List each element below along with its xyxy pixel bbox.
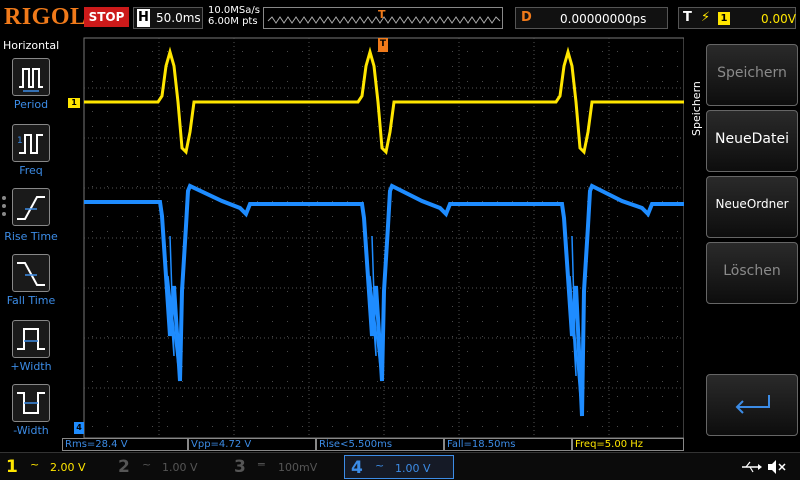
enter-button[interactable]	[706, 374, 798, 436]
panel-title: Horizontal	[3, 39, 60, 52]
status-icons	[740, 459, 790, 478]
acquisition-info: 10.0MSa/s 6.00M pts	[208, 5, 260, 27]
delete-button[interactable]: Löschen	[706, 242, 798, 304]
save-menu-panel: Speichern Speichern NeueDatei NeueOrdner…	[684, 36, 800, 452]
trigger-level: 0.00V	[761, 12, 796, 26]
period-button[interactable]	[12, 58, 50, 96]
freq-label: Freq	[19, 164, 43, 177]
rise-time-label: Rise Time	[4, 230, 58, 243]
freq-icon: 1	[17, 134, 43, 154]
trigger-position-marker: T	[378, 8, 386, 21]
run-stop-button[interactable]: STOP	[84, 7, 129, 27]
horizontal-measure-panel: Horizontal Period 1 Freq Rise Time Fall …	[0, 36, 62, 452]
meas-rms[interactable]: Rms=28.4 V	[62, 438, 188, 451]
ch2-status[interactable]: 2 ~ 1.00 V	[112, 455, 224, 479]
speaker-muted-icon	[768, 460, 776, 474]
trigger-label: T	[683, 10, 692, 25]
trigger-indicator[interactable]: T ⚡ 1 0.00V	[678, 7, 796, 29]
period-label: Period	[13, 98, 49, 111]
meas-vpp[interactable]: Vpp=4.72 V	[188, 438, 316, 451]
pos-width-label: +Width	[10, 360, 52, 373]
ch1-scale: 2.00 V	[50, 461, 86, 474]
new-file-button[interactable]: NeueDatei	[706, 110, 798, 172]
new-folder-button[interactable]: NeueOrdner	[706, 176, 798, 238]
brand-logo: RIGOL	[4, 4, 87, 30]
waveform-display[interactable]: 1 T 4	[62, 36, 684, 438]
ch4-status[interactable]: 4 ~ 1.00 V	[344, 455, 454, 479]
ch3-number: 3	[234, 457, 246, 477]
new-folder-label: NeueOrdner	[715, 197, 789, 211]
ch2-number: 2	[118, 457, 130, 477]
meas-fall[interactable]: Fall=18.50ms	[444, 438, 572, 451]
ch1-coupling-icon: ~	[30, 458, 40, 471]
rise-time-icon	[17, 196, 45, 220]
positive-width-icon	[17, 328, 45, 350]
ch3-coupling-icon: ═	[258, 458, 265, 471]
ch2-scale: 1.00 V	[162, 461, 198, 474]
memory-depth: 6.00M pts	[208, 16, 258, 27]
ch2-coupling-icon: ~	[142, 458, 152, 471]
neg-width-label: -Width	[13, 424, 49, 437]
timebase-indicator[interactable]: H 50.0ms	[133, 7, 203, 29]
save-button[interactable]: Speichern	[706, 44, 798, 106]
fall-time-label: Fall Time	[6, 294, 56, 307]
ch3-scale: 100mV	[278, 461, 318, 474]
delay-indicator[interactable]: D 0.00000000ps	[515, 7, 668, 29]
page-dots	[2, 196, 6, 220]
new-file-label: NeueDatei	[715, 131, 789, 147]
channel-status-bar: 1 ~ 2.00 V 2 ~ 1.00 V 3 ═ 100mV 4 ~ 1.00…	[0, 452, 800, 480]
ch1-number: 1	[6, 457, 18, 477]
delay-value: 0.00000000ps	[560, 12, 647, 26]
trigger-position-marker-screen[interactable]: T	[378, 38, 388, 52]
ch4-coupling-icon: ~	[375, 459, 385, 472]
ch1-offset-marker[interactable]: 1	[68, 98, 80, 108]
freq-button[interactable]: 1	[12, 124, 50, 162]
fall-time-icon	[17, 262, 45, 286]
delete-label: Löschen	[723, 263, 781, 279]
sample-rate: 10.0MSa/s	[208, 5, 260, 16]
timebase-label: H	[137, 9, 150, 27]
rise-time-button[interactable]	[12, 188, 50, 226]
top-status-bar: RIGOL STOP H 50.0ms 10.0MSa/s 6.00M pts …	[0, 0, 800, 36]
timebase-value: 50.0ms	[156, 11, 201, 25]
delay-label: D	[521, 10, 532, 25]
trigger-edge-icon: ⚡	[701, 10, 711, 25]
usb-icon	[742, 460, 786, 474]
graticule	[83, 37, 684, 438]
ch1-status[interactable]: 1 ~ 2.00 V	[0, 455, 110, 479]
ch3-status[interactable]: 3 ═ 100mV	[228, 455, 340, 479]
meas-freq[interactable]: Freq=5.00 Hz	[572, 438, 684, 451]
fall-time-button[interactable]	[12, 254, 50, 292]
ch4-number: 4	[351, 458, 363, 478]
neg-width-button[interactable]	[12, 384, 50, 422]
measurement-bar: Rms=28.4 V Vpp=4.72 V Rise<5.500ms Fall=…	[62, 438, 684, 452]
meas-rise[interactable]: Rise<5.500ms	[316, 438, 444, 451]
negative-width-icon	[17, 392, 45, 414]
return-arrow-icon	[735, 395, 770, 414]
trigger-source: 1	[718, 12, 730, 25]
ch4-offset-marker[interactable]: 4	[74, 422, 84, 434]
save-label: Speichern	[717, 65, 787, 81]
svg-text:1: 1	[17, 136, 23, 146]
menu-title: Speichern	[690, 81, 703, 136]
period-icon	[19, 68, 43, 92]
pos-width-button[interactable]	[12, 320, 50, 358]
ch4-scale: 1.00 V	[395, 462, 431, 475]
